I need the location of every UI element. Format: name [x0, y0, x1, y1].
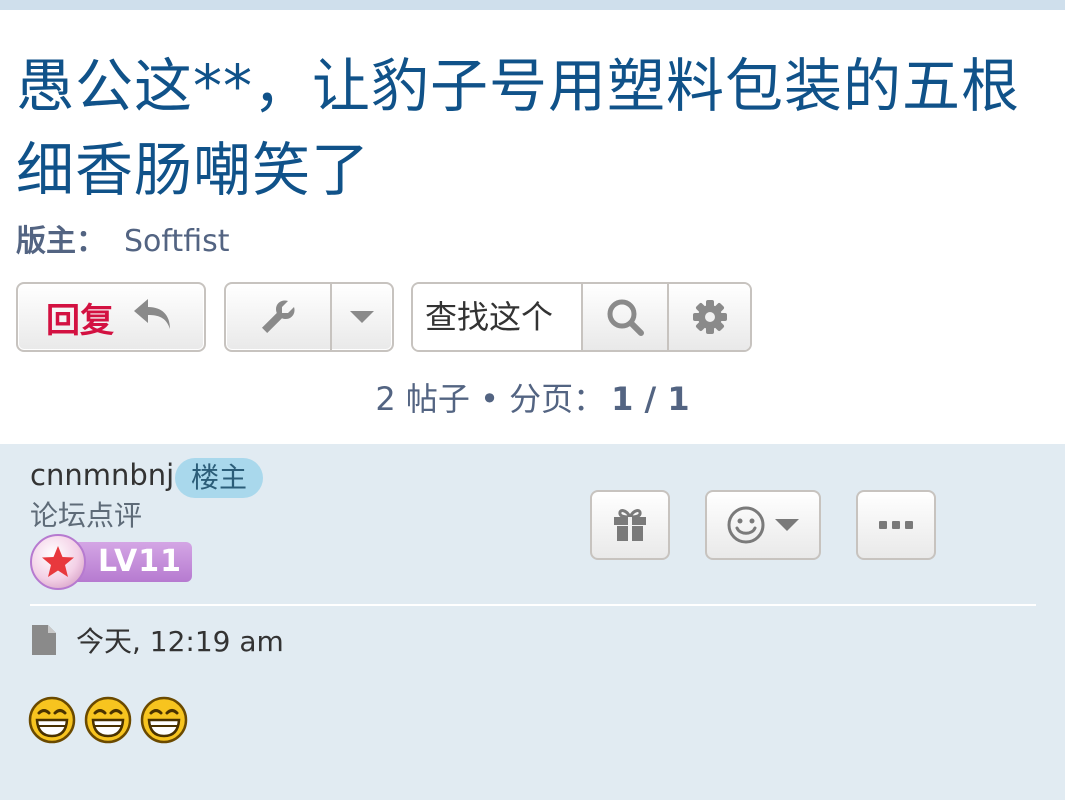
moderator-label: 版主：	[16, 224, 106, 259]
laughing-emoji-icon	[28, 696, 76, 744]
smiley-outline-icon	[727, 506, 765, 544]
pagination: 2 帖子 • 分页： 1 / 1	[0, 374, 1065, 420]
gear-icon	[692, 300, 727, 334]
pagination-pages: 1 / 1	[611, 380, 690, 418]
top-strip	[0, 0, 1065, 10]
reply-button-label: 回复	[46, 300, 114, 341]
advanced-search-button[interactable]	[667, 284, 750, 350]
topic-title[interactable]: 愚公这**，让豹子号用塑料包装的五根细香肠嘲笑了	[16, 44, 1056, 212]
post: cnnmnbnj 楼主 论坛点评 LV11 今天, 12:19 am	[0, 444, 1065, 800]
reply-button[interactable]: 回复	[16, 282, 206, 352]
gift-icon	[614, 509, 646, 541]
gift-button[interactable]	[590, 490, 670, 560]
op-badge: 楼主	[175, 458, 264, 498]
post-author[interactable]: cnnmnbnj	[30, 458, 174, 492]
post-time: 今天, 12:19 am	[76, 625, 284, 658]
reply-arrow-icon	[132, 295, 176, 339]
wrench-icon	[226, 284, 332, 350]
more-options-button[interactable]	[856, 490, 936, 560]
author-rank: 论坛点评	[30, 499, 143, 532]
ellipsis-icon	[879, 521, 913, 529]
moderator-line: 版主： Softfist	[16, 222, 229, 262]
search-button[interactable]	[581, 284, 667, 350]
post-divider	[30, 604, 1036, 606]
laughing-emoji-icon	[84, 696, 132, 744]
caret-down-icon	[332, 309, 392, 325]
caret-down-icon	[775, 519, 799, 531]
search-input[interactable]	[413, 284, 581, 350]
post-meta: 今天, 12:19 am	[30, 620, 284, 660]
moderator-link[interactable]: Softfist	[124, 224, 229, 259]
reaction-dropdown[interactable]	[705, 490, 821, 560]
star-icon	[30, 534, 86, 590]
level-badge: LV11	[30, 534, 192, 590]
pagination-summary: 2 帖子 • 分页：	[375, 380, 606, 418]
laughing-emoji-icon	[140, 696, 188, 744]
search-icon	[607, 299, 644, 336]
topic-search	[411, 282, 752, 352]
post-content	[28, 696, 188, 744]
topic-tools-dropdown[interactable]	[224, 282, 394, 352]
document-icon[interactable]	[30, 623, 58, 657]
